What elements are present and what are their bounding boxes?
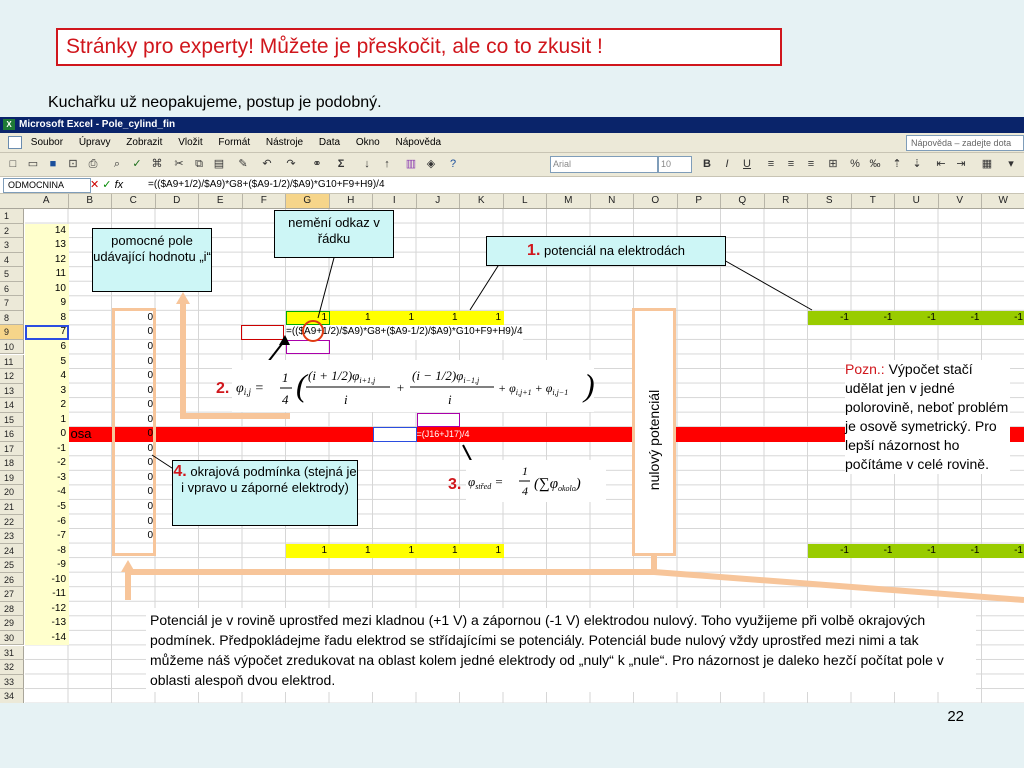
eq2-number: 2. xyxy=(216,380,230,397)
svg-text:+ φi,j+1 + φi,j−1: + φi,j+1 + φi,j−1 xyxy=(498,381,568,397)
svg-text:1: 1 xyxy=(282,370,289,385)
orange-arrow-right xyxy=(653,569,1024,603)
svg-text:(∑φokolo): (∑φokolo) xyxy=(534,476,581,493)
callout-boundary: 4. okrajová podmínka (stejná je i vpravo… xyxy=(172,460,358,526)
note-body: Výpočet stačí udělat jen v jedné polorov… xyxy=(845,361,1009,472)
equation-phi-stred: φstřed = 1 4 (∑φokolo) xyxy=(466,460,606,502)
svg-text:+: + xyxy=(396,380,405,395)
callout-pointer-potential-b xyxy=(714,254,813,311)
svg-text:): ) xyxy=(582,367,594,403)
equation-phi-ij: φi,j = 1 4 ( (i + 1/2)φi+1,j i + (i − 1/… xyxy=(232,360,595,412)
callout-potential: 1. potenciál na elektrodách xyxy=(486,236,726,266)
svg-text:(i + 1/2)φi+1,j: (i + 1/2)φi+1,j xyxy=(308,368,376,385)
boundary-number: 4. xyxy=(173,463,187,480)
callout-pointer-row-ref xyxy=(317,253,336,319)
orange-arrow-bottom xyxy=(125,556,657,600)
orange-arrowhead-bottom xyxy=(121,560,135,572)
note-text: Pozn.: Výpočet stačí udělat jen v jedné … xyxy=(845,360,1010,474)
note-label: Pozn.: xyxy=(845,361,885,377)
callout-helper: pomocné pole udávající hodnotu „i“ xyxy=(92,228,212,292)
orange-arrowhead-helper xyxy=(176,292,190,304)
svg-text:φi,j =: φi,j = xyxy=(236,381,264,397)
page-number: 22 xyxy=(947,708,964,725)
svg-text:4: 4 xyxy=(522,484,528,498)
highlight-circle xyxy=(302,320,324,342)
svg-text:(i − 1/2)φi−1,j: (i − 1/2)φi−1,j xyxy=(412,368,480,385)
svg-text:i: i xyxy=(448,392,452,407)
arrowhead-eq2 xyxy=(279,335,290,345)
potential-label: potenciál na elektrodách xyxy=(544,243,685,258)
potential-number: 1. xyxy=(527,242,541,259)
callout-row-ref: nemění odkaz v řádku xyxy=(274,210,394,258)
svg-text:4: 4 xyxy=(282,392,289,407)
boundary-label: okrajová podmínka (stejná je i vpravo u … xyxy=(181,464,357,495)
svg-text:1: 1 xyxy=(522,464,528,478)
svg-text:φstřed =: φstřed = xyxy=(468,474,503,491)
bottom-explanation: Potenciál je v rovině uprostřed mezi kla… xyxy=(146,608,976,692)
eq3-number: 3. xyxy=(448,476,462,493)
svg-text:i: i xyxy=(344,392,348,407)
